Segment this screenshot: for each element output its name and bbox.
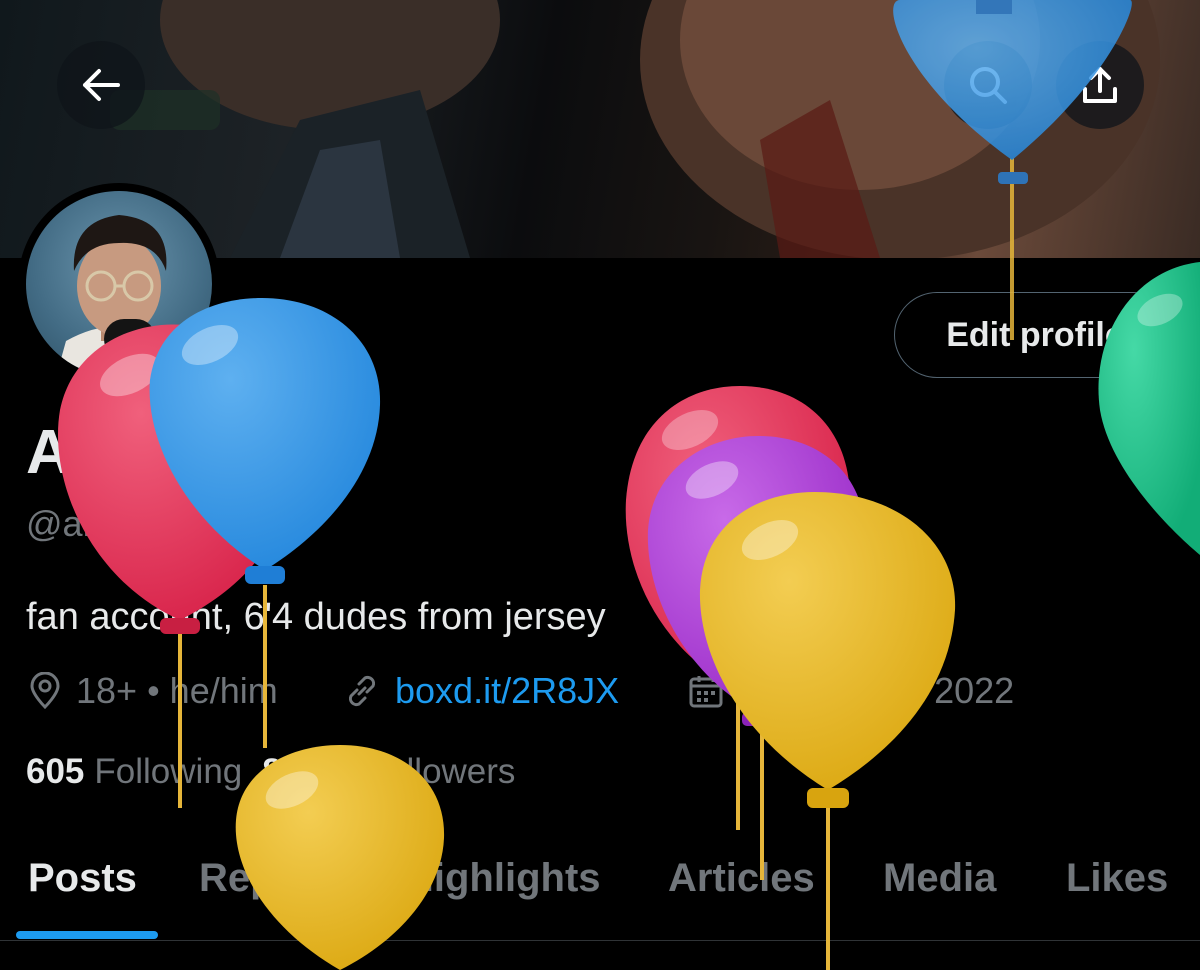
follow-stats: 605 Following 82.9K Followers	[26, 752, 525, 792]
search-button[interactable]	[944, 41, 1032, 129]
tab-media[interactable]: Media	[883, 856, 996, 901]
share-button[interactable]	[1056, 41, 1144, 129]
calendar-icon	[689, 676, 723, 708]
link-icon	[348, 675, 376, 707]
search-icon	[970, 67, 1007, 104]
balloon-purple	[647, 436, 867, 880]
balloon-red-left	[57, 324, 296, 808]
tab-highlights[interactable]: Highlights	[405, 856, 601, 901]
profile-joined-date: Joined April 2022	[688, 668, 1014, 714]
website-link[interactable]: boxd.it/2R8JX	[395, 670, 619, 712]
profile-location: 18+ • he/him	[28, 668, 278, 714]
profile-avatar[interactable]	[18, 183, 220, 385]
balloon-red-middle	[625, 386, 851, 830]
following-count: 605	[26, 752, 85, 791]
display-name: Anti	[26, 418, 144, 487]
active-tab-indicator	[16, 931, 158, 939]
followers-stat[interactable]: 82.9K Followers	[262, 752, 515, 792]
arrow-left-icon	[83, 69, 120, 101]
followers-count: 82.9K	[262, 752, 356, 791]
tab-posts[interactable]: Posts	[28, 856, 137, 901]
tab-likes[interactable]: Likes	[1066, 856, 1168, 901]
profile-tabs: Posts Replies Highlights Articles Media …	[0, 842, 1200, 940]
location-text: 18+ • he/him	[76, 670, 278, 711]
avatar-photo	[26, 191, 212, 377]
tab-replies[interactable]: Replies	[199, 856, 341, 901]
following-stat[interactable]: 605 Following	[26, 752, 242, 792]
location-pin-icon	[30, 672, 60, 710]
share-icon	[1083, 67, 1117, 103]
edit-profile-button[interactable]: Edit profile	[894, 292, 1176, 378]
followers-label: Followers	[365, 752, 516, 791]
profile-website[interactable]: boxd.it/2R8JX	[343, 668, 619, 714]
tabs-divider	[0, 940, 1200, 941]
profile-bio: fan account, 6'4 dudes from jersey	[26, 596, 606, 638]
joined-text: Joined April 2022	[738, 670, 1015, 711]
tab-articles[interactable]: Articles	[668, 856, 815, 901]
following-label: Following	[94, 752, 243, 791]
back-button[interactable]	[57, 41, 145, 129]
user-handle: @antipike	[26, 503, 187, 544]
